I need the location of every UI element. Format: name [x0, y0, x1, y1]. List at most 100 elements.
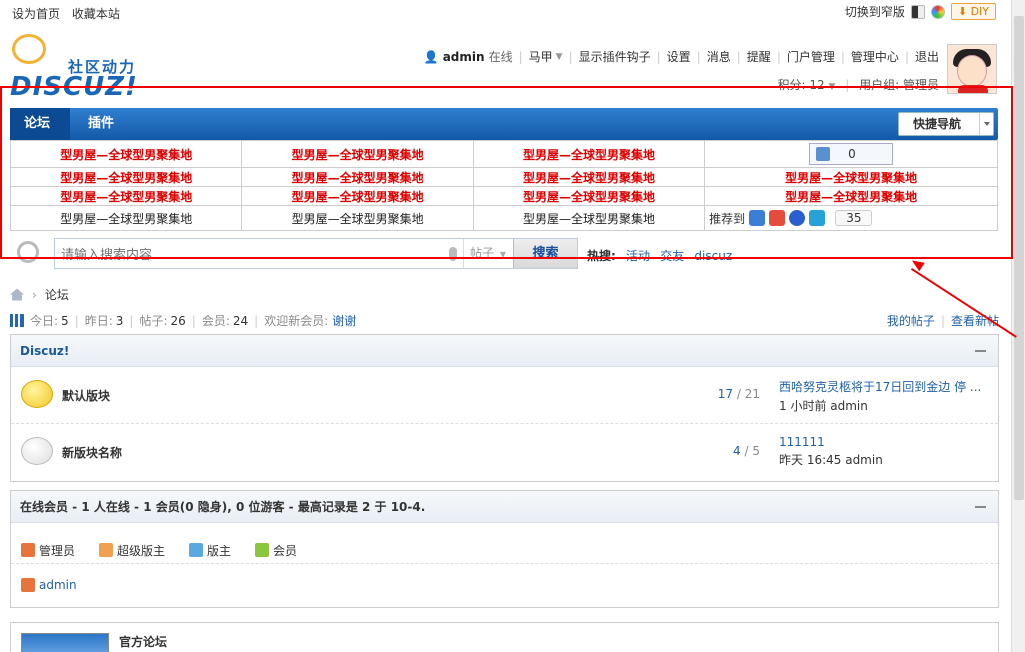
- admin-user-icon: [21, 543, 35, 557]
- stats-chart-icon[interactable]: [10, 314, 24, 327]
- switch-width-link[interactable]: 切换到窄版: [845, 3, 905, 20]
- members-label: 会员:: [201, 314, 230, 328]
- forum-post-count: 5: [752, 444, 760, 458]
- hot-search-item[interactable]: 活动: [626, 249, 650, 263]
- ad-link[interactable]: 型男屋—全球型男聚集地: [9, 205, 243, 231]
- nav-show-hooks[interactable]: 显示插件钩子: [579, 48, 651, 65]
- points-link[interactable]: 积分: 12: [778, 78, 825, 92]
- forum-counts: 17 / 21: [717, 387, 760, 401]
- forum-counts: 4 / 5: [733, 444, 760, 458]
- partner-title-link[interactable]: 官方论坛: [119, 633, 167, 650]
- collapse-icon[interactable]: [975, 350, 986, 352]
- scrollbar-thumb[interactable]: [1014, 16, 1024, 500]
- forum-group-title[interactable]: Discuz!: [20, 344, 69, 358]
- home-icon[interactable]: [10, 288, 24, 301]
- vertical-scrollbar[interactable]: [1011, 0, 1025, 652]
- nav-settings[interactable]: 设置: [667, 48, 691, 65]
- ad-link[interactable]: 型男屋—全球型男聚集地: [241, 167, 474, 187]
- ad-link[interactable]: 型男屋—全球型男聚集地: [472, 167, 706, 187]
- ad-link[interactable]: 型男屋—全球型男聚集地: [241, 186, 474, 206]
- forum-name-link[interactable]: 默认版块: [62, 387, 110, 404]
- like-button[interactable]: 0: [809, 143, 894, 165]
- chevron-down-icon[interactable]: ▼: [556, 52, 563, 62]
- share-cell: 推荐到 35: [704, 205, 998, 231]
- nav-admin-center[interactable]: 管理中心: [851, 48, 899, 65]
- search-input[interactable]: [61, 245, 441, 263]
- hot-search-label: 热搜:: [587, 249, 616, 263]
- search-icon: [17, 241, 39, 263]
- my-posts-link[interactable]: 我的帖子: [887, 314, 935, 328]
- hot-search-item[interactable]: 交友: [660, 249, 684, 263]
- nav-logout[interactable]: 退出: [915, 48, 939, 65]
- quick-nav-button[interactable]: 快捷导航: [898, 112, 994, 136]
- breadcrumb-current[interactable]: 论坛: [45, 286, 69, 303]
- chevron-down-icon[interactable]: [979, 113, 993, 135]
- online-user-link[interactable]: admin: [39, 578, 77, 592]
- online-members-title[interactable]: 在线会员 - 1 人在线 - 1 会员(0 隐身), 0 位游客 - 最高记录是…: [20, 500, 425, 514]
- mod-user-icon: [189, 543, 204, 557]
- avatar[interactable]: [947, 44, 997, 94]
- forum-last-post: 西哈努克灵柩将于17日回到金边 停 ... 1 小时前 admin: [779, 378, 989, 414]
- new-member-link[interactable]: 谢谢: [332, 312, 356, 329]
- ad-link[interactable]: 型男屋—全球型男聚集地: [472, 205, 706, 231]
- partner-logo-image[interactable]: [21, 633, 109, 652]
- nav-portal-admin[interactable]: 门户管理: [787, 48, 835, 65]
- qzone-share-icon[interactable]: [749, 210, 766, 226]
- forum-no-new-icon: [21, 437, 53, 465]
- top-toolbar: 设为首页 收藏本站 切换到窄版 ⬇ DIY: [0, 0, 1010, 24]
- ad-link[interactable]: 型男屋—全球型男聚集地: [472, 140, 706, 168]
- baidu-share-icon[interactable]: [789, 210, 806, 226]
- forum-row: 默认版块 17 / 21 西哈努克灵柩将于17日回到金边 停 ... 1 小时前…: [11, 367, 998, 424]
- online-members-box: 在线会员 - 1 人在线 - 1 会员(0 隐身), 0 位游客 - 最高记录是…: [10, 490, 999, 608]
- collapse-icon[interactable]: [975, 506, 986, 508]
- nav-tab-plugins[interactable]: 插件: [74, 108, 128, 140]
- legend-item: 管理员: [21, 537, 75, 563]
- nav-notices[interactable]: 提醒: [747, 48, 771, 65]
- chevron-down-icon: ▼: [499, 250, 506, 259]
- style-switch-icon[interactable]: [910, 4, 925, 19]
- color-palette-icon[interactable]: [930, 4, 945, 19]
- main-nav-bar: 论坛 插件 快捷导航: [10, 108, 998, 140]
- ad-link[interactable]: 型男屋—全球型男聚集地: [9, 186, 243, 206]
- ad-link[interactable]: 型男屋—全球型男聚集地: [241, 140, 474, 168]
- ad-link[interactable]: 型男屋—全球型男聚集地: [9, 167, 243, 187]
- forum-post-count: 21: [744, 387, 760, 401]
- welcome-label: 欢迎新会员:: [264, 314, 329, 328]
- hot-search-item[interactable]: discuz: [694, 249, 732, 263]
- nav-messages[interactable]: 消息: [707, 48, 731, 65]
- online-user-list: admin: [11, 563, 998, 606]
- chevron-down-icon[interactable]: ▼: [829, 82, 836, 92]
- ad-link[interactable]: 型男屋—全球型男聚集地: [704, 186, 998, 206]
- partner-box: 官方论坛: [10, 622, 999, 652]
- avatar-body: [958, 85, 988, 93]
- forum-name-link[interactable]: 新版块名称: [62, 444, 122, 461]
- forum-group-header: Discuz!: [11, 335, 998, 367]
- ad-link[interactable]: 型男屋—全球型男聚集地: [704, 167, 998, 187]
- top-left-links: 设为首页 收藏本站: [12, 5, 120, 22]
- user-nav: 👤 admin 在线 | 马甲 ▼ | 显示插件钩子 | 设置 | 消息 | 提醒…: [423, 48, 939, 65]
- user-group-link[interactable]: 用户组: 管理员: [859, 78, 939, 92]
- share-count: 35: [835, 210, 873, 226]
- set-home-link[interactable]: 设为首页: [12, 7, 60, 21]
- legend-label: 会员: [273, 543, 298, 558]
- last-post-title-link[interactable]: 111111: [779, 435, 989, 449]
- last-post-title-link[interactable]: 西哈努克灵柩将于17日回到金边 停 ...: [779, 378, 989, 395]
- ad-link[interactable]: 型男屋—全球型男聚集地: [241, 205, 474, 231]
- weibo-share-icon[interactable]: [769, 210, 786, 226]
- tencent-share-icon[interactable]: [809, 210, 826, 226]
- nav-tab-forum[interactable]: 论坛: [10, 108, 70, 140]
- nav-vest[interactable]: 马甲: [529, 48, 553, 65]
- ad-link[interactable]: 型男屋—全球型男聚集地: [472, 186, 706, 206]
- online-status: 在线: [488, 50, 513, 64]
- search-button[interactable]: 搜索: [513, 239, 577, 268]
- username-link[interactable]: admin: [443, 50, 485, 64]
- bookmark-link[interactable]: 收藏本站: [72, 7, 120, 21]
- online-members-header: 在线会员 - 1 人在线 - 1 会员(0 隐身), 0 位游客 - 最高记录是…: [11, 491, 998, 523]
- site-logo[interactable]: 社区动力 DISCUZ!: [10, 34, 150, 102]
- diy-button[interactable]: ⬇ DIY: [950, 3, 996, 20]
- legend-item: 版主: [189, 537, 231, 563]
- search-type-select[interactable]: 帖子 ▼: [463, 239, 511, 268]
- ad-link[interactable]: 型男屋—全球型男聚集地: [9, 140, 243, 168]
- diy-label: DIY: [970, 5, 989, 18]
- microphone-icon[interactable]: [449, 247, 457, 261]
